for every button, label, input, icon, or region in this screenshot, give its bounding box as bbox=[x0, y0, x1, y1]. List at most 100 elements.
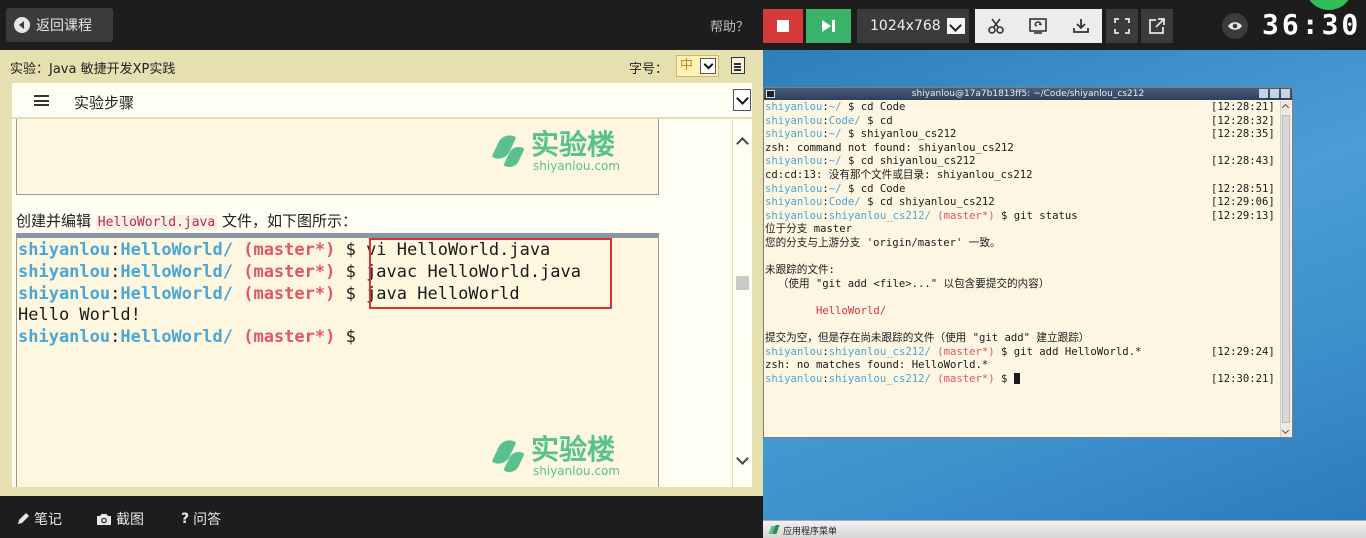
terminal-line: shiyanlou:~/ $ cd shiyanlou_cs212 [12:28:… bbox=[765, 155, 1275, 168]
terminal-line: zsh: command not found: shiyanlou_cs212 bbox=[765, 141, 1014, 154]
terminal-line: 提交为空，但是存在尚未跟踪的文件（使用 "git add" 建立跟踪） bbox=[765, 332, 1090, 345]
stop-button[interactable] bbox=[763, 9, 803, 43]
cut-icon[interactable] bbox=[987, 17, 1005, 35]
visibility-toggle[interactable] bbox=[1222, 13, 1248, 39]
terminal-cursor bbox=[1013, 372, 1020, 384]
terminal-line: shiyanlou:~/ $ cd Code [12:28:21] bbox=[765, 101, 1275, 113]
scroll-up-icon[interactable] bbox=[736, 137, 749, 150]
logo-text: 实验楼 bbox=[531, 128, 616, 161]
highlight-box bbox=[369, 238, 612, 309]
app-menu-icon[interactable] bbox=[770, 525, 779, 534]
guide-image-top: 实验楼 shiyanlou.com bbox=[16, 119, 659, 195]
terminal-line: shiyanlou:Code/ $ cd [12:28:32] bbox=[765, 114, 1275, 127]
font-size-label: 字号： bbox=[629, 62, 669, 77]
bottom-toolbar: 笔记 截图 ? 问答 bbox=[0, 496, 763, 538]
minimize-icon[interactable] bbox=[1259, 89, 1268, 98]
help-link[interactable]: 帮助？ bbox=[710, 16, 749, 35]
download-icon[interactable] bbox=[1072, 17, 1090, 35]
terminal-title: shiyanlou@17a7b1813ff5: ~/Code/shiyanlou… bbox=[911, 89, 1145, 99]
desktop-taskbar: 应用程序菜单 bbox=[763, 520, 1366, 538]
steps-label: 实验步骤 bbox=[74, 94, 135, 112]
play-icon bbox=[822, 20, 831, 32]
scroll-down-icon[interactable] bbox=[736, 452, 749, 465]
back-to-course-button[interactable]: 返回课程 bbox=[6, 8, 113, 42]
terminal-icon bbox=[766, 90, 775, 98]
resolution-select[interactable]: 1024x768 bbox=[857, 9, 969, 43]
terminal-output[interactable]: shiyanlou:~/ $ cd Code [12:28:21] shiyanlo… bbox=[765, 101, 1280, 437]
font-size-select[interactable]: 中 bbox=[676, 55, 719, 77]
remote-desktop[interactable]: shiyanlou@17a7b1813ff5: ~/Code/shiyanlou… bbox=[763, 50, 1366, 520]
camera-icon bbox=[97, 514, 111, 525]
terminal-line: shiyanlou:shiyanlou_cs212/ (master*) $ g… bbox=[765, 345, 1275, 358]
shiyanlou-leaf-icon bbox=[495, 129, 525, 173]
terminal-line: 位于分支 master bbox=[765, 223, 853, 236]
maximize-icon[interactable] bbox=[1270, 89, 1279, 98]
terminal-line: zsh: no matches found: HelloWorld.* bbox=[765, 359, 989, 372]
back-label: 返回课程 bbox=[36, 18, 92, 34]
screenshot-label: 截图 bbox=[116, 512, 144, 528]
notes-label: 笔记 bbox=[34, 512, 62, 528]
terminal-line: cd:cd:13: 没有那个文件或目录: shiyanlou_cs212 bbox=[765, 168, 1033, 181]
guide-caption: 创建并编辑 HelloWorld.java 文件，如下图所示： bbox=[16, 210, 357, 231]
terminal-line: 未跟踪的文件: bbox=[765, 264, 835, 277]
external-link-icon bbox=[1149, 18, 1165, 34]
chevron-down-icon[interactable] bbox=[733, 89, 751, 111]
caption-code: HelloWorld.java bbox=[95, 215, 218, 230]
chevron-down-icon bbox=[947, 18, 965, 34]
fullscreen-icon bbox=[1114, 18, 1130, 34]
scroll-down-icon[interactable] bbox=[1281, 426, 1290, 435]
pause-bar-icon bbox=[832, 20, 835, 32]
steps-selector[interactable]: 实验步骤 bbox=[12, 83, 752, 118]
font-size-value: 中 bbox=[680, 58, 694, 73]
scroll-thumb[interactable] bbox=[736, 276, 749, 290]
terminal-titlebar[interactable]: shiyanlou@17a7b1813ff5: ~/Code/shiyanlou… bbox=[764, 88, 1292, 100]
question-icon: ? bbox=[181, 511, 190, 527]
shiyanlou-logo: 实验楼 shiyanlou.com bbox=[495, 434, 620, 478]
document-icon[interactable] bbox=[731, 57, 745, 74]
logo-subtext: shiyanlou.com bbox=[533, 464, 620, 478]
qa-label: 问答 bbox=[193, 512, 222, 528]
guide-scrollbar[interactable] bbox=[733, 119, 752, 487]
terminal-line: shiyanlou:Code/ $ cd shiyanlou_cs212 [12:… bbox=[765, 196, 1275, 209]
terminal-window[interactable]: shiyanlou@17a7b1813ff5: ~/Code/shiyanlou… bbox=[763, 87, 1293, 438]
caption-text: 创建并编辑 bbox=[16, 212, 92, 230]
terminal-scrollbar[interactable] bbox=[1280, 101, 1291, 437]
chevron-down-icon bbox=[700, 58, 716, 74]
resolution-value: 1024x768 bbox=[870, 18, 941, 34]
terminal-line: shiyanlou:~/ $ cd Code [12:28:51] bbox=[765, 182, 1275, 195]
clipboard-sync-icon[interactable] bbox=[1028, 17, 1048, 35]
window-controls bbox=[1259, 89, 1290, 98]
close-icon[interactable] bbox=[1281, 89, 1290, 98]
shiyanlou-leaf-icon bbox=[495, 434, 525, 478]
terminal-line: （使用 "git add <file>..." 以包含要提交的内容） bbox=[765, 277, 1050, 290]
open-external-button[interactable] bbox=[1141, 9, 1173, 43]
session-timer: 36:30 bbox=[1262, 8, 1362, 41]
resume-button[interactable] bbox=[806, 9, 851, 43]
terminal-line: HelloWorld/ bbox=[765, 304, 887, 317]
scroll-thumb[interactable] bbox=[1282, 115, 1290, 423]
screenshot-button[interactable]: 截图 bbox=[96, 509, 144, 529]
terminal-line: 您的分支与上游分支 'origin/master' 一致。 bbox=[765, 236, 1001, 249]
back-arrow-icon bbox=[14, 17, 30, 33]
fullscreen-button[interactable] bbox=[1106, 9, 1138, 43]
pencil-icon bbox=[18, 513, 29, 524]
top-toolbar: 返回课程 帮助？ 1024x768 36:30 bbox=[0, 0, 1366, 50]
app-menu-label[interactable]: 应用程序菜单 bbox=[783, 524, 837, 537]
terminal-line: shiyanlou:~/ $ shiyanlou_cs212 [12:28:35] bbox=[765, 128, 1275, 141]
lab-guide-panel: 实验：Java 敏捷开发XP实践 字号： 中 实验步骤 实验楼 shiyanlo… bbox=[0, 50, 763, 496]
logo-subtext: shiyanlou.com bbox=[533, 159, 620, 173]
caption-text: 文件，如下图所示： bbox=[221, 212, 357, 230]
eye-icon bbox=[1228, 22, 1242, 30]
list-icon bbox=[34, 95, 49, 106]
qa-button[interactable]: ? 问答 bbox=[181, 509, 221, 529]
guide-image-terminal: shiyanlou:HelloWorld/ (master*) $ vi Hel… bbox=[16, 233, 659, 487]
clipboard-toolgroup bbox=[975, 9, 1102, 43]
scroll-up-icon[interactable] bbox=[1281, 103, 1290, 112]
stop-icon bbox=[777, 20, 789, 32]
terminal-line: shiyanlou:shiyanlou_cs212/ (master*) $ g… bbox=[765, 209, 1275, 222]
shiyanlou-logo: 实验楼 shiyanlou.com bbox=[495, 129, 620, 173]
notes-button[interactable]: 笔记 bbox=[16, 509, 62, 529]
